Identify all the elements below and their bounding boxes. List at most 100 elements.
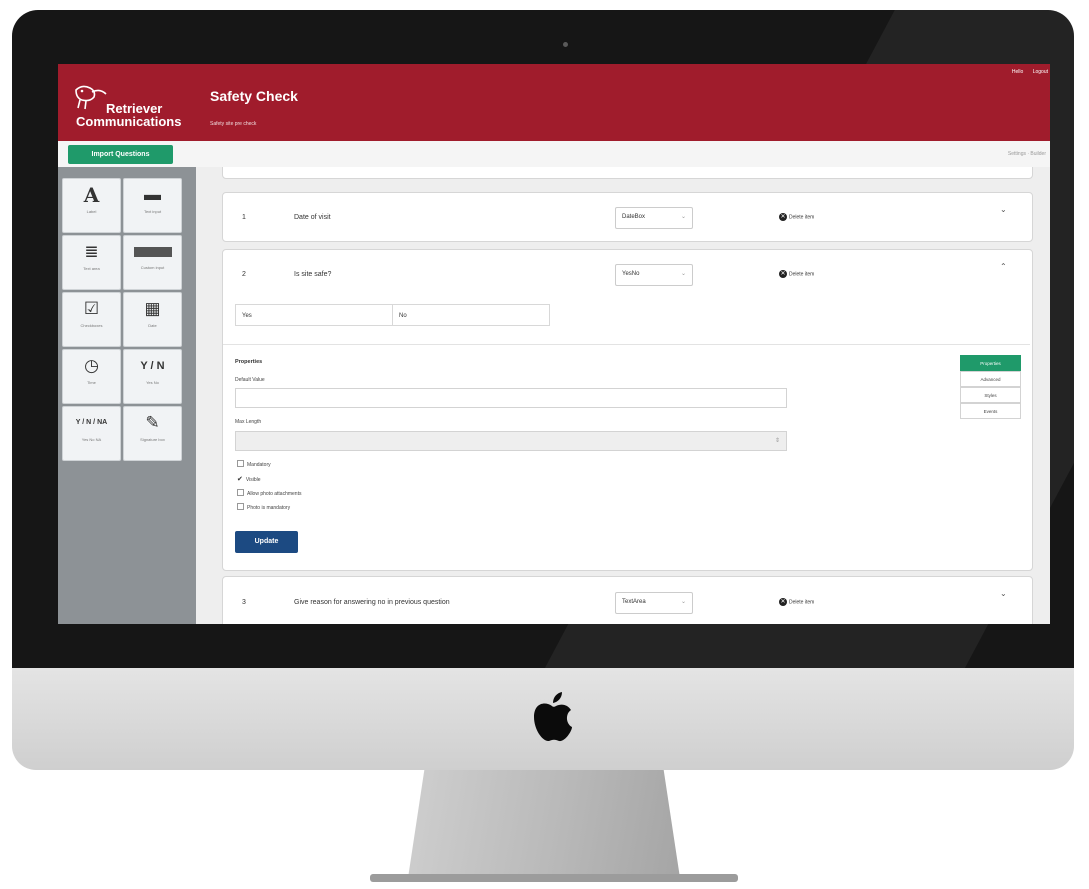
camera-dot [563, 42, 568, 47]
checkbox-icon [237, 460, 244, 467]
question-row-3[interactable]: 3 Give reason for answering no in previo… [222, 576, 1033, 624]
checkmark-icon: ✔ [237, 476, 243, 483]
calendar-icon: ▦ [144, 299, 161, 318]
checkbox-label: Photo is mandatory [247, 504, 291, 511]
update-button[interactable]: Update [235, 531, 298, 553]
tool-custom-input[interactable]: Custom input [123, 235, 182, 290]
close-icon: ✕ [779, 213, 787, 221]
header-links: Hello Logout [1004, 69, 1048, 75]
chevron-down-icon: ⌄ [680, 271, 686, 277]
close-icon: ✕ [779, 598, 787, 606]
delete-item-label: Delete item [789, 599, 815, 606]
tool-checkboxes[interactable]: ☑ Checkboxes [62, 292, 121, 347]
tab-styles[interactable]: Styles [960, 387, 1021, 403]
default-value-input[interactable] [235, 388, 787, 408]
tool-time[interactable]: ◷ Time [62, 349, 121, 404]
checkbox-icon [237, 489, 244, 496]
answer-no[interactable]: No [392, 304, 550, 326]
tab-advanced[interactable]: Advanced [960, 371, 1021, 387]
answer-yes[interactable]: Yes [235, 304, 393, 326]
divider [223, 344, 1030, 345]
tool-yes-no-caption: Yes No [146, 380, 159, 385]
question-type-value: TextArea [622, 599, 646, 605]
collapse-chevron-icon[interactable]: ⌃ [1000, 262, 1007, 271]
logout-link[interactable]: Logout [1033, 69, 1048, 75]
expand-chevron-icon[interactable]: ⌄ [1000, 589, 1007, 598]
tool-text-area[interactable]: ≣ Text area [62, 235, 121, 290]
question-type-value: DateBox [622, 214, 646, 220]
toolbar: Import Questions Settings · Builder [58, 141, 1050, 168]
question-text: Give reason for answering no in previous… [294, 599, 450, 606]
tool-label[interactable]: A Label [62, 178, 121, 233]
text-area-icon: ≣ [84, 242, 99, 261]
delete-item-label: Delete item [789, 271, 815, 278]
tool-signature-caption: Signature box [140, 437, 165, 442]
question-number: 2 [242, 271, 246, 278]
apple-logo-icon [534, 692, 572, 742]
tool-signature[interactable]: ✎ Signature box [123, 406, 182, 461]
question-row-2[interactable]: 2 Is site safe? YesNo ⌄ ✕ Delete item ⌃ Y… [222, 249, 1033, 571]
header-bar: Retriever Communications Safety Check Sa… [58, 64, 1050, 141]
question-text: Date of visit [294, 214, 331, 221]
properties-title: Properties [235, 359, 263, 365]
tool-palette: A Label ▬ Text input ≣ Text area Custom … [58, 167, 196, 624]
expand-chevron-icon[interactable]: ⌄ [1000, 205, 1007, 214]
question-number: 1 [242, 214, 246, 221]
tab-properties[interactable]: Properties [960, 355, 1021, 371]
page-subtitle: Safety site pre check [210, 121, 257, 127]
max-length-input[interactable]: ⇕ [235, 431, 787, 451]
tool-text-input-caption: Text input [143, 209, 162, 214]
delete-item-button[interactable]: ✕ Delete item [779, 270, 814, 278]
question-type-select[interactable]: YesNo ⌄ [615, 264, 693, 286]
clock-icon: ◷ [84, 356, 99, 375]
delete-item-button[interactable]: ✕ Delete item [779, 598, 814, 606]
text-input-icon: ▬ [144, 185, 161, 204]
visible-checkbox[interactable]: ✔ Visible [237, 475, 261, 483]
yes-no-na-icon: Y / N / NA [75, 419, 108, 426]
question-list: 1 Date of visit DateBox ⌄ ✕ Delete item ⌄… [196, 167, 1050, 624]
max-length-label: Max Length [235, 419, 262, 425]
checkbox-icon [237, 503, 244, 510]
tool-checkboxes-caption: Checkboxes [80, 323, 103, 328]
tool-yes-no[interactable]: Y / N Yes No [123, 349, 182, 404]
tool-label-caption: Label [86, 209, 97, 214]
hello-link[interactable]: Hello [1012, 69, 1023, 75]
tool-yes-no-na[interactable]: Y / N / NA Yes No NA [62, 406, 121, 461]
monitor-stand [408, 770, 680, 878]
question-text: Is site safe? [294, 271, 332, 278]
checkbox-label: Mandatory [247, 461, 271, 468]
allow-photo-attachments-checkbox[interactable]: Allow photo attachments [237, 489, 302, 497]
checkbox-icon: ☑ [83, 299, 100, 318]
tool-text-input[interactable]: ▬ Text input [123, 178, 182, 233]
import-questions-button[interactable]: Import Questions [68, 145, 173, 164]
checkbox-label: Allow photo attachments [247, 490, 302, 497]
tool-date[interactable]: ▦ Date [123, 292, 182, 347]
tool-date-caption: Date [148, 323, 157, 328]
close-icon: ✕ [779, 270, 787, 278]
delete-item-button[interactable]: ✕ Delete item [779, 213, 814, 221]
question-type-select[interactable]: DateBox ⌄ [615, 207, 693, 229]
breadcrumb: Settings · Builder [1007, 151, 1046, 157]
tab-events[interactable]: Events [960, 403, 1021, 419]
tool-yes-no-na-caption: Yes No NA [81, 437, 102, 442]
photo-mandatory-checkbox[interactable]: Photo is mandatory [237, 503, 291, 511]
yes-no-icon: Y / N [140, 360, 165, 372]
tool-time-caption: Time [87, 380, 96, 385]
question-number: 3 [242, 599, 246, 606]
spinner-icon[interactable]: ⇕ [775, 437, 780, 444]
brand-name-line2: Communications [76, 114, 182, 129]
input-field-icon [133, 247, 172, 257]
page-title: Safety Check [210, 88, 298, 104]
app-screen: Retriever Communications Safety Check Sa… [58, 64, 1050, 624]
mandatory-checkbox[interactable]: Mandatory [237, 460, 271, 468]
checkbox-label: Visible [245, 477, 261, 483]
default-value-label: Default Value [235, 377, 265, 383]
delete-item-label: Delete item [789, 214, 815, 221]
question-card-partial [222, 167, 1033, 179]
question-row-1[interactable]: 1 Date of visit DateBox ⌄ ✕ Delete item ⌄ [222, 192, 1033, 242]
chevron-down-icon: ⌄ [680, 214, 686, 220]
question-type-select[interactable]: TextArea ⌄ [615, 592, 693, 614]
letter-a-icon: A [83, 183, 100, 207]
question-type-value: YesNo [622, 271, 640, 277]
tool-custom-input-caption: Custom input [140, 265, 165, 270]
